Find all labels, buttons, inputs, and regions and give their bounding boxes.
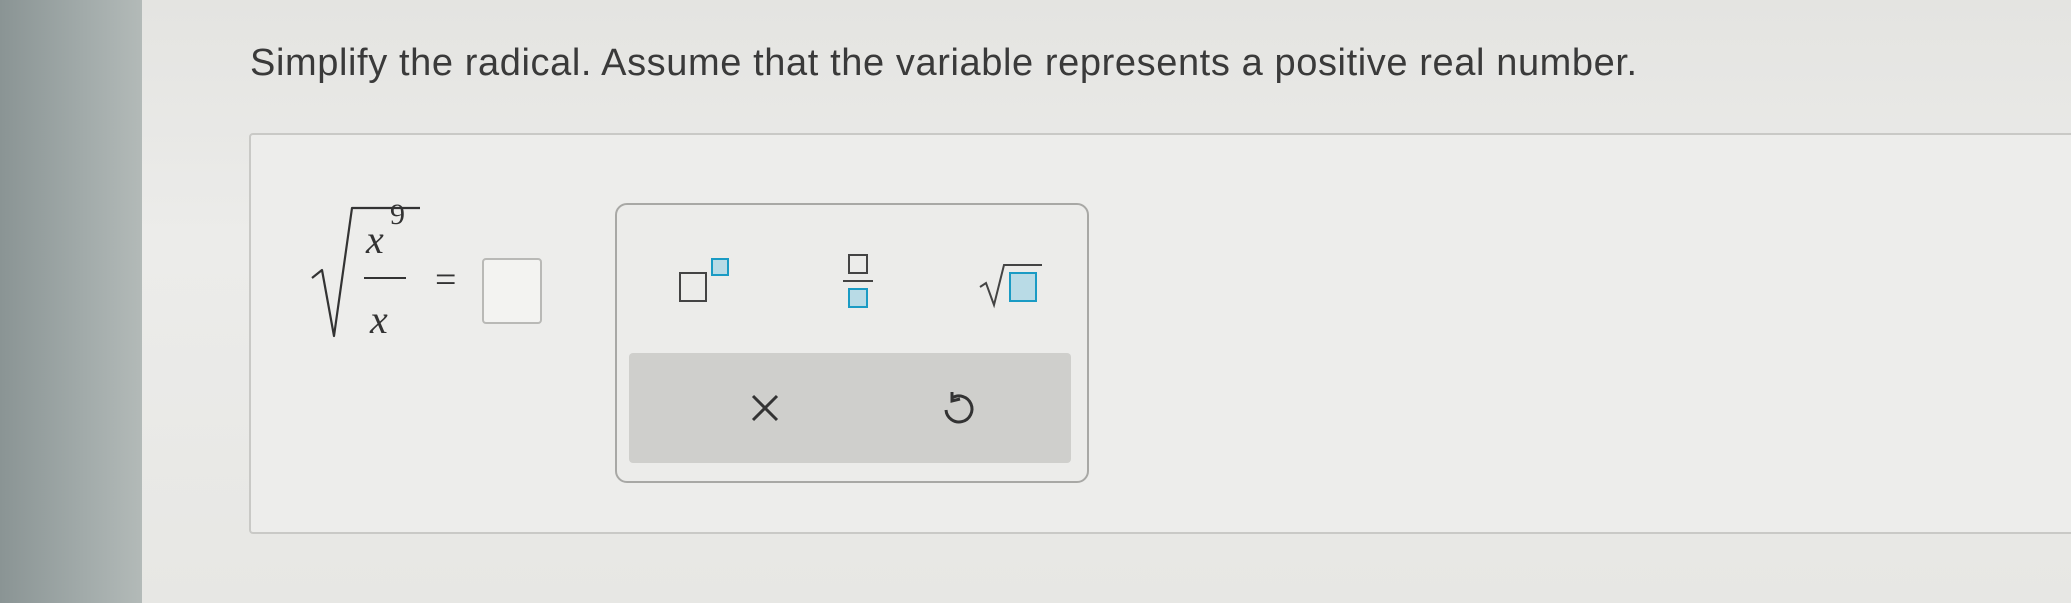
numerator-exponent: 9: [390, 198, 405, 231]
square-root-icon: [979, 264, 1042, 309]
answer-input[interactable]: [482, 258, 542, 324]
question-text: Simplify the radical. Assume that the va…: [250, 42, 1638, 84]
undo-button[interactable]: [918, 371, 998, 445]
clear-label: ×: [765, 408, 766, 409]
equals-sign: =: [435, 259, 457, 301]
denominator: x: [370, 297, 388, 342]
monitor-bezel: [0, 0, 142, 603]
numerator-base: x: [366, 217, 384, 262]
math-tool-palette: ×: [615, 203, 1089, 483]
fraction-button[interactable]: [823, 251, 893, 311]
undo-icon: [944, 392, 974, 424]
exponent-icon: [679, 258, 729, 302]
clear-button[interactable]: ×: [725, 371, 805, 445]
exponent-button[interactable]: [670, 251, 740, 311]
action-bar: ×: [629, 353, 1071, 463]
fraction-icon: [843, 254, 873, 308]
square-root-button[interactable]: [976, 251, 1046, 311]
